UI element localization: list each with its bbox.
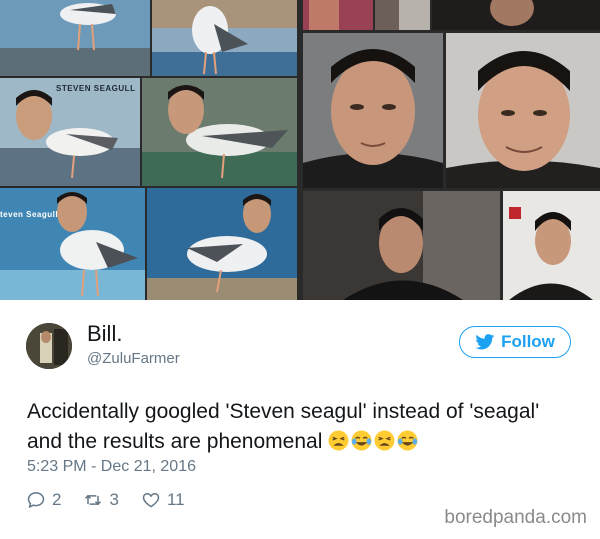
steven-seagull-photo-2[interactable] [142,78,297,186]
tweet-card: Bill. @ZuluFarmer Follow Accidentally go… [0,300,600,539]
tears-of-joy-emoji-icon [351,430,372,451]
heart-icon [142,493,160,508]
image-search-collage: STEVEN SEAGULL teven Seagull [0,0,600,300]
tweet-text: Accidentally googled 'Steven seagul' ins… [27,397,567,457]
seagull-photo-1[interactable] [0,0,150,76]
seagull-photo-2[interactable] [152,0,297,76]
retweet-count: 3 [109,490,119,509]
tile-caption: teven Seagull [0,210,59,219]
steven-seagal-photo-7[interactable] [503,191,600,300]
emoji-group [328,430,420,453]
reply-icon [27,492,45,508]
steven-seagal-photo-3[interactable] [432,0,600,30]
tweet-actions: 2 3 11 [26,490,207,510]
steven-seagull-photo-3[interactable]: teven Seagull [0,188,145,300]
tweet-timestamp[interactable]: 5:23 PM - Dec 21, 2016 [27,458,196,476]
steven-seagal-photo-5[interactable] [446,33,600,188]
steven-seagull-photo-1[interactable]: STEVEN SEAGULL [0,78,140,186]
user-handle[interactable]: @ZuluFarmer [87,350,180,367]
reply-button[interactable]: 2 [26,490,61,510]
like-button[interactable]: 11 [141,490,185,510]
steven-seagal-photo-1[interactable] [303,0,373,30]
tired-face-emoji-icon [328,430,349,451]
tile-caption: STEVEN SEAGULL [56,84,136,93]
reply-count: 2 [52,490,62,509]
steven-seagal-photo-2[interactable] [375,0,430,30]
like-count: 11 [166,490,185,509]
follow-label: Follow [501,332,555,351]
tweet-body: Accidentally googled 'Steven seagul' ins… [27,400,540,453]
steven-seagal-photo-4[interactable] [303,33,443,188]
twitter-bird-icon [475,334,495,350]
tears-of-joy-emoji-icon [397,430,418,451]
retweet-button[interactable]: 3 [83,490,119,510]
follow-button[interactable]: Follow [459,326,571,358]
steven-seagull-photo-4[interactable] [147,188,297,300]
tired-face-emoji-icon [374,430,395,451]
display-name[interactable]: Bill. [87,321,122,347]
avatar[interactable] [26,323,72,369]
source-watermark: boredpanda.com [444,507,587,528]
steven-seagal-photo-6[interactable] [303,191,500,300]
retweet-icon [85,494,102,506]
